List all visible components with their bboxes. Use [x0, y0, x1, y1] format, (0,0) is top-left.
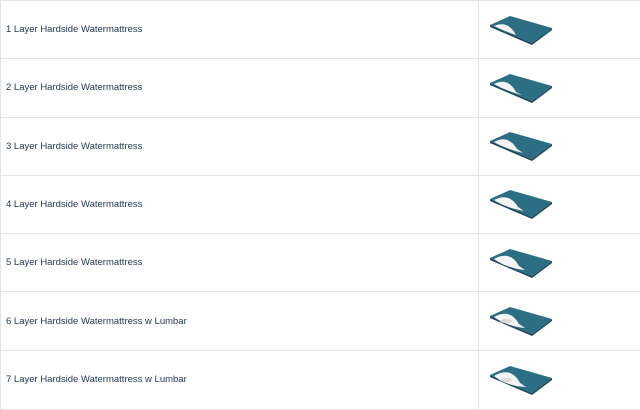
watermattress-3-layer-icon: [490, 132, 552, 162]
product-image-cell: [478, 291, 640, 351]
watermattress-1-layer-icon: [490, 15, 552, 45]
table-row: 3 Layer Hardside Watermattress: [0, 116, 640, 176]
product-name: 6 Layer Hardside Watermattress w Lumbar: [0, 291, 479, 351]
table-row: 7 Layer Hardside Watermattress w Lumbar: [0, 349, 640, 410]
watermattress-6-layer-lumbar-icon: [490, 307, 552, 337]
product-name: 2 Layer Hardside Watermattress: [0, 58, 479, 118]
product-image-cell: [478, 174, 640, 235]
product-image-cell: [478, 116, 640, 176]
table-row: 2 Layer Hardside Watermattress: [0, 58, 640, 118]
watermattress-5-layer-icon: [490, 248, 552, 278]
watermattress-2-layer-icon: [490, 73, 552, 103]
table-row: 6 Layer Hardside Watermattress w Lumbar: [0, 291, 640, 351]
table-row: 5 Layer Hardside Watermattress: [0, 233, 640, 293]
product-name: 4 Layer Hardside Watermattress: [0, 174, 479, 235]
table-row: 4 Layer Hardside Watermattress: [0, 174, 640, 235]
product-name: 1 Layer Hardside Watermattress: [0, 0, 479, 60]
product-image-cell: [478, 233, 640, 293]
product-list-table: 1 Layer Hardside Watermattress 2 Layer H…: [0, 0, 640, 410]
watermattress-4-layer-icon: [490, 190, 552, 220]
product-image-cell: [478, 58, 640, 118]
watermattress-7-layer-lumbar-icon: [490, 365, 552, 395]
product-name: 3 Layer Hardside Watermattress: [0, 116, 479, 176]
product-name: 7 Layer Hardside Watermattress w Lumbar: [0, 349, 479, 410]
product-name: 5 Layer Hardside Watermattress: [0, 233, 479, 293]
product-image-cell: [478, 349, 640, 410]
product-image-cell: [478, 0, 640, 60]
table-row: 1 Layer Hardside Watermattress: [0, 0, 640, 60]
